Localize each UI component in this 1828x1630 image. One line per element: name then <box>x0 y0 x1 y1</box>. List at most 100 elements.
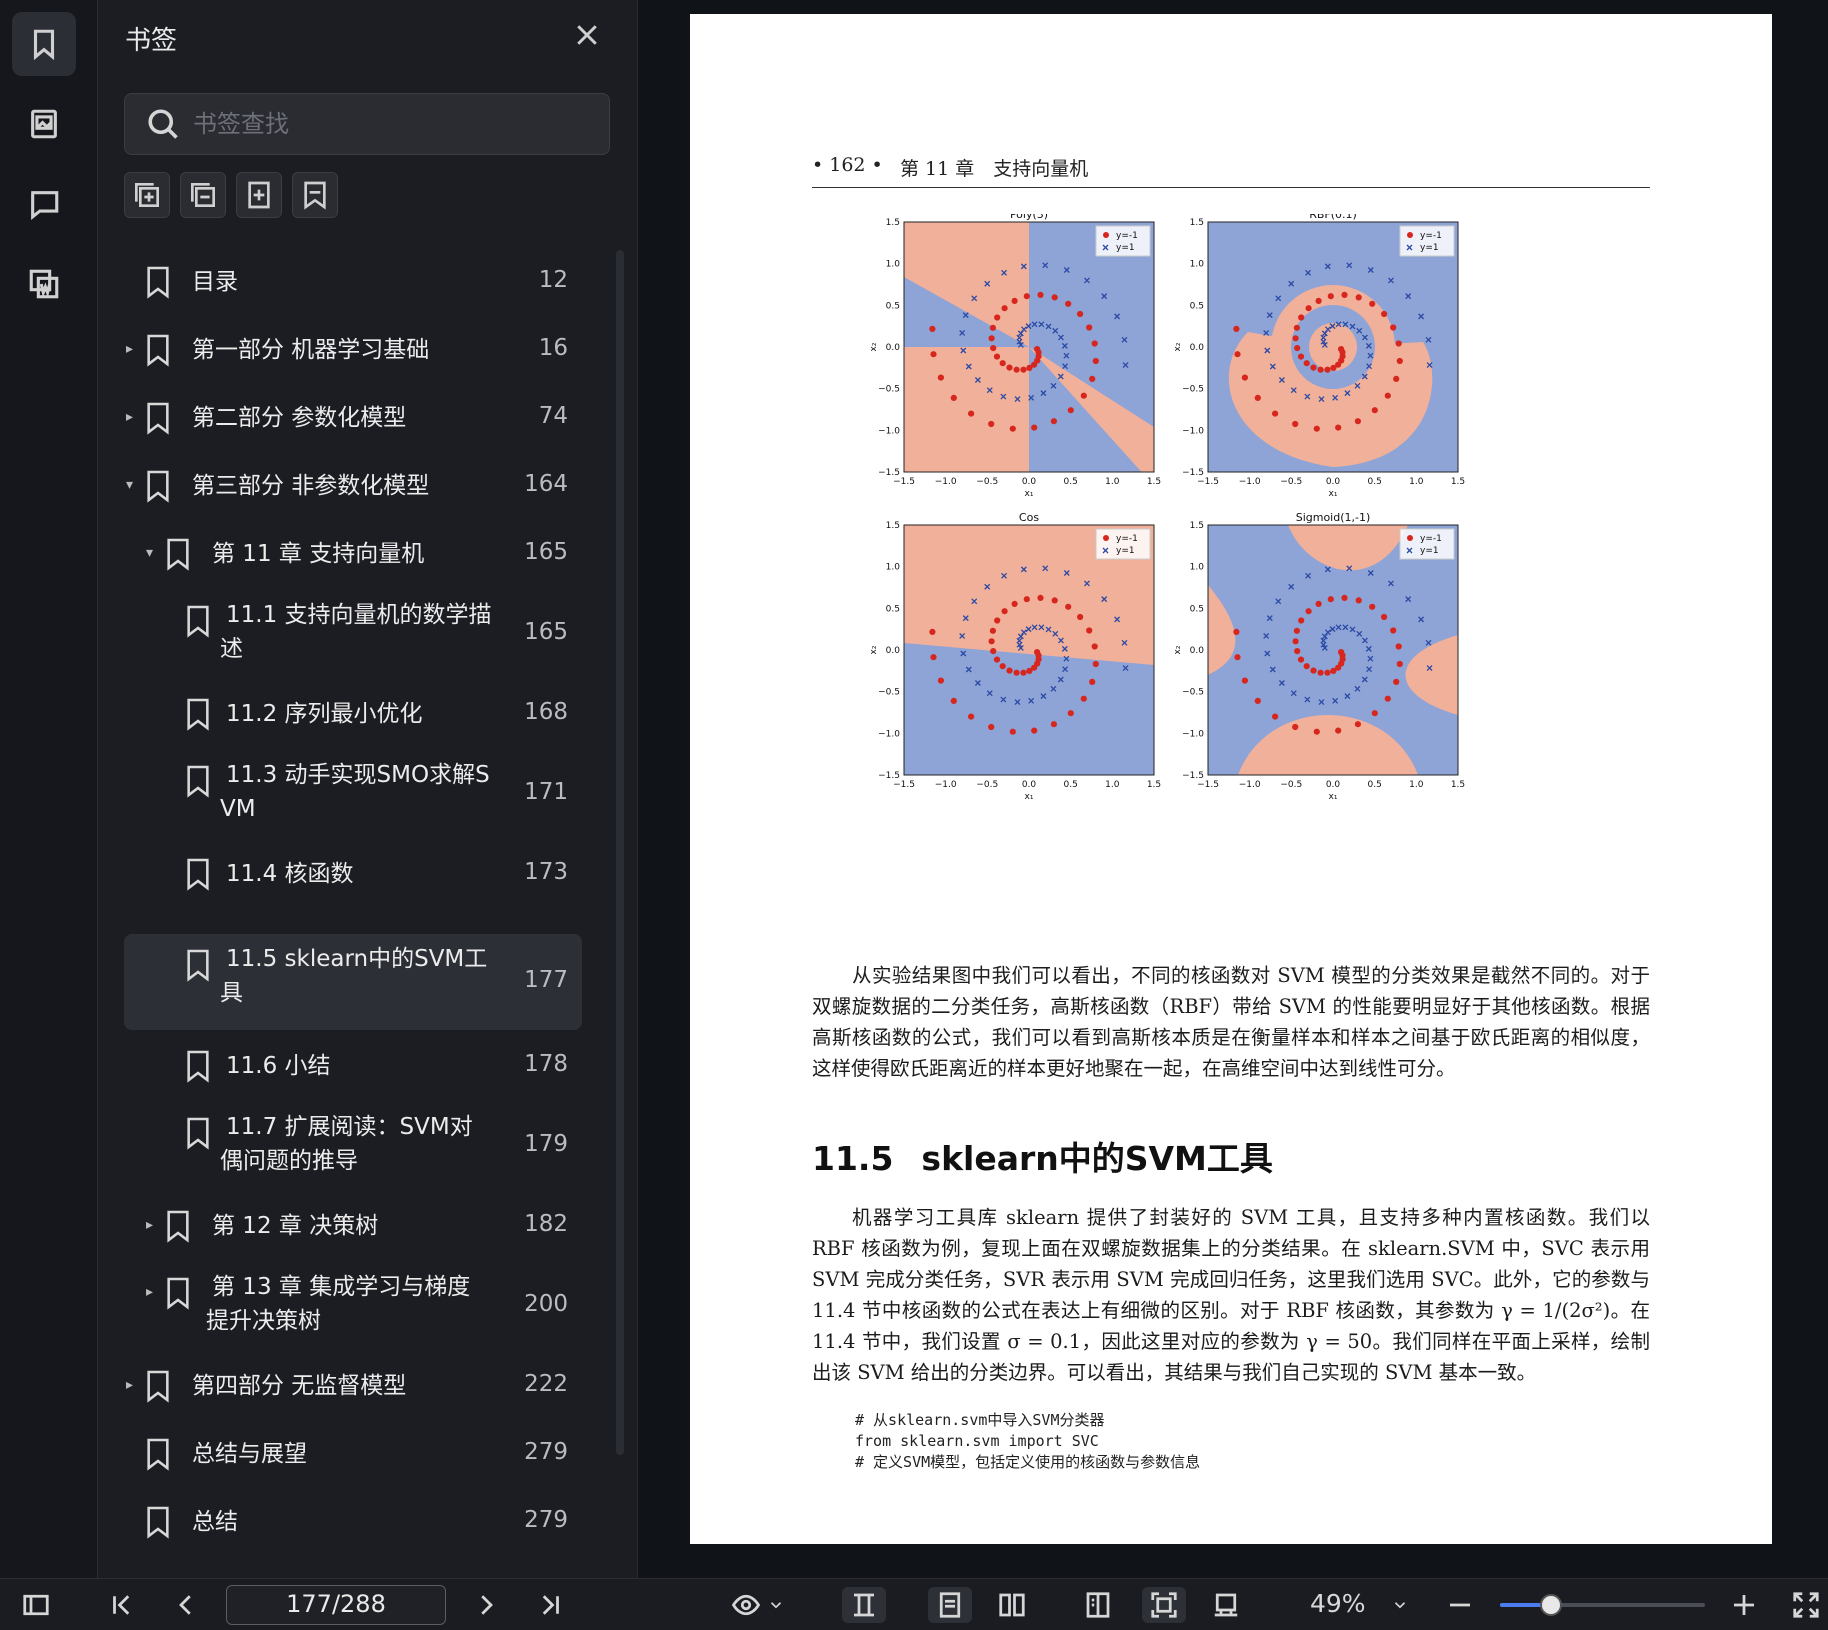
last-page-icon[interactable] <box>532 1587 568 1623</box>
bookmark-item[interactable]: ▸ 第一部分 机器学习基础 16 <box>124 318 582 382</box>
prev-page-icon[interactable] <box>168 1587 204 1623</box>
bookmark-label-line: 第 12 章 决策树 <box>212 1213 379 1239</box>
point-class-neg <box>1086 627 1093 634</box>
bookmark-label: 第 11 章 支持向量机 <box>212 537 424 571</box>
bookmark-page-number: 74 <box>538 403 568 429</box>
single-page-icon[interactable] <box>928 1587 972 1623</box>
fit-page-icon[interactable] <box>1142 1587 1186 1623</box>
eye-icon[interactable] <box>728 1587 764 1623</box>
expand-all-icon[interactable] <box>124 172 170 218</box>
chevron-down-icon[interactable] <box>764 1587 788 1623</box>
close-icon[interactable] <box>572 20 602 50</box>
bookmark-item[interactable]: ▾ 第三部分 非参数化模型 164 <box>124 454 582 518</box>
collapse-arrow-icon[interactable]: ▾ <box>146 545 153 561</box>
bookmark-item[interactable]: 11.4 核函数 173 <box>124 842 582 906</box>
collapse-arrow-icon[interactable]: ▾ <box>126 477 133 493</box>
y-tick-label: 1.0 <box>1190 260 1205 270</box>
x-tick-label: −1.0 <box>1239 477 1261 487</box>
x-axis-label: x₁ <box>1329 489 1338 499</box>
point-class-neg <box>1067 407 1074 414</box>
point-class-neg <box>1001 305 1008 312</box>
first-page-icon[interactable] <box>104 1587 140 1623</box>
comment-panel-icon[interactable] <box>12 172 76 236</box>
point-class-neg <box>1234 351 1241 358</box>
fullscreen-icon[interactable] <box>1788 1587 1824 1623</box>
bookmark-panel-icon[interactable] <box>12 12 76 76</box>
point-class-neg <box>1335 424 1342 431</box>
y-axis-label: x₂ <box>870 342 879 351</box>
bookmark-search[interactable] <box>124 93 610 155</box>
subplot: Cos y=-1 y=1 −1.5−1.5 −1.0 −1.0 −0.5 −0.5 0.0 0.0… <box>870 511 1161 802</box>
y-tick-label: −1.0 <box>1182 426 1204 436</box>
word-panel-icon[interactable] <box>12 252 76 316</box>
code-block: # 从sklearn.svm中导入SVM分类器 from sklearn.svm … <box>855 1410 1200 1473</box>
bookmark-item[interactable]: 11.5 sklearn中的SVM工具 177 <box>124 934 582 1030</box>
bookmark-item[interactable]: ▸ 第二部分 参数化模型 74 <box>124 386 582 450</box>
bookmark-icon <box>184 1116 212 1150</box>
bookmark-item[interactable]: 总结与展望 279 <box>124 1422 582 1486</box>
expand-arrow-icon[interactable]: ▸ <box>126 1377 133 1393</box>
fit-width-icon[interactable] <box>842 1587 886 1623</box>
bookmark-search-input[interactable] <box>193 110 573 138</box>
legend-marker-neg <box>1103 232 1109 238</box>
y-tick-label: −0.5 <box>1182 688 1204 698</box>
bookmark-item[interactable]: 目录 12 <box>124 250 582 314</box>
point-class-neg <box>1009 425 1016 432</box>
y-tick-label: 1.0 <box>886 260 901 270</box>
point-class-neg <box>1089 678 1096 685</box>
sidebar-toggle-icon[interactable] <box>18 1587 54 1623</box>
expand-arrow-icon[interactable]: ▸ <box>146 1217 153 1233</box>
subplot: Sigmoid(1,-1) y=-1 y=1 −1.5−1.5 −1.0 −1.0 −0.5… <box>1173 511 1465 802</box>
thumbnail-panel-icon[interactable] <box>12 92 76 156</box>
zoom-slider-knob[interactable] <box>1540 1594 1563 1616</box>
zoom-out-icon[interactable] <box>1442 1587 1478 1623</box>
x-tick-label: −1.0 <box>1239 780 1261 790</box>
y-tick-label: −1.5 <box>1182 771 1204 781</box>
bookmark-icon <box>164 1276 192 1310</box>
expand-arrow-icon[interactable]: ▸ <box>146 1284 153 1300</box>
expand-arrow-icon[interactable]: ▸ <box>126 341 133 357</box>
bookmark-item[interactable]: 11.7 扩展阅读：SVM对 偶问题的推导 179 <box>124 1102 582 1190</box>
zoom-level[interactable]: 49% <box>1310 1589 1366 1618</box>
zoom-in-icon[interactable] <box>1726 1587 1762 1623</box>
add-bookmark-icon[interactable] <box>236 172 282 218</box>
bookmark-icon <box>184 604 212 638</box>
point-class-neg <box>1006 667 1013 674</box>
x-tick-label: 0.5 <box>1368 477 1382 487</box>
rotate-icon[interactable] <box>1208 1587 1244 1623</box>
book-view-icon[interactable] <box>1080 1587 1116 1623</box>
point-class-neg <box>1297 656 1305 663</box>
point-class-neg <box>1324 669 1331 676</box>
point-class-neg <box>1241 374 1248 381</box>
page-indicator-input[interactable]: 177/288 <box>226 1585 446 1625</box>
collapse-all-icon[interactable] <box>180 172 226 218</box>
bookmark-page-number: 178 <box>524 1051 568 1077</box>
point-class-neg <box>988 723 995 731</box>
x-tick-label: 1.5 <box>1451 477 1465 487</box>
next-page-icon[interactable] <box>468 1587 504 1623</box>
bookmark-item[interactable]: ▸ 第 13 章 集成学习与梯度 提升决策树 200 <box>124 1262 582 1350</box>
y-axis-label: x₂ <box>870 645 879 654</box>
bookmark-label-line: 第 11 章 支持向量机 <box>212 541 425 567</box>
point-class-neg <box>990 345 997 352</box>
legend-marker-neg <box>1407 535 1413 541</box>
point-class-neg <box>988 638 995 645</box>
bookmark-item[interactable]: 11.6 小结 178 <box>124 1034 582 1098</box>
panel-scrollbar[interactable] <box>616 250 624 1455</box>
point-class-neg <box>1294 648 1301 655</box>
bookmark-item[interactable]: ▾ 第 11 章 支持向量机 165 <box>124 522 582 586</box>
bookmark-item[interactable]: 11.3 动手实现SMO求解S VM 171 <box>124 750 582 838</box>
expand-arrow-icon[interactable]: ▸ <box>126 409 133 425</box>
bookmark-item[interactable]: ▸ 第四部分 无监督模型 222 <box>124 1354 582 1418</box>
remove-bookmark-icon[interactable] <box>292 172 338 218</box>
code-line: from sklearn.svm import SVC <box>855 1432 1099 1450</box>
zoom-dropdown-icon[interactable] <box>1388 1587 1412 1623</box>
bookmark-item[interactable]: 11.1 支持向量机的数学描述 165 <box>124 590 582 678</box>
x-tick-label: −1.5 <box>893 780 915 790</box>
bookmark-item[interactable]: 总结 279 <box>124 1490 582 1554</box>
two-page-icon[interactable] <box>994 1587 1030 1623</box>
bookmark-item[interactable]: 11.2 序列最小优化 168 <box>124 682 582 746</box>
bookmark-item[interactable]: ▸ 第 12 章 决策树 182 <box>124 1194 582 1258</box>
zoom-slider[interactable] <box>1500 1594 1705 1616</box>
legend-label: y=1 <box>1420 243 1439 253</box>
